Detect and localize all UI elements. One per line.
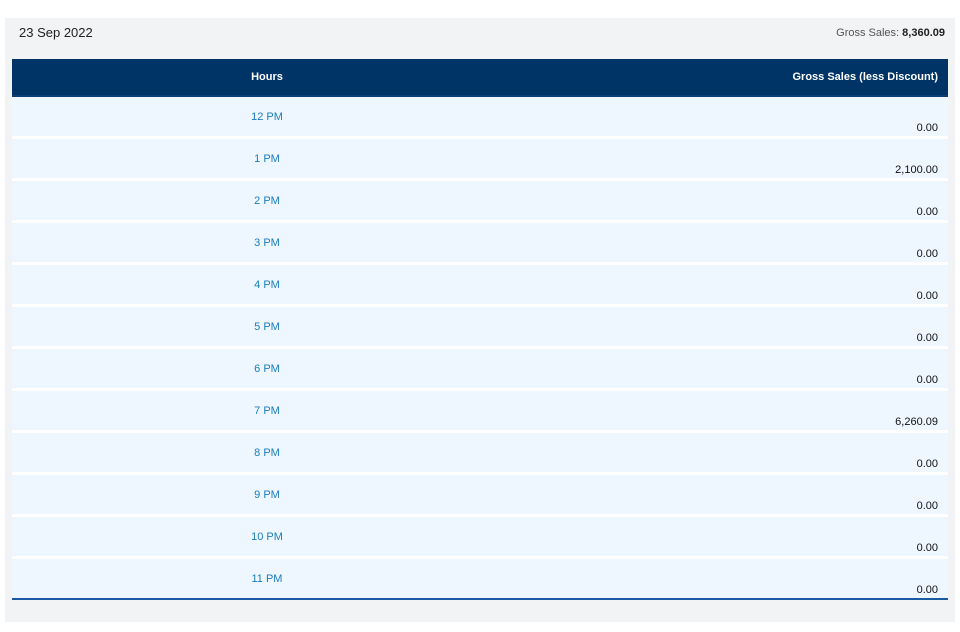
- table-row: 1 PM 2,100.00: [12, 139, 948, 181]
- sales-value: 0.00: [916, 332, 938, 344]
- hour-cell: 10 PM: [12, 517, 522, 559]
- hour-cell: 12 PM: [12, 97, 522, 139]
- sales-cell: 2,100.00: [522, 139, 948, 181]
- sales-value: 6,260.09: [895, 416, 938, 428]
- table-row: 11 PM 0.00: [12, 559, 948, 600]
- sales-cell: 0.00: [522, 97, 948, 139]
- sales-cell: 0.00: [522, 517, 948, 559]
- hour-cell: 3 PM: [12, 223, 522, 265]
- sales-cell: 0.00: [522, 559, 948, 600]
- table-header-row: Hours Gross Sales (less Discount): [12, 59, 948, 97]
- table-row: 7 PM 6,260.09: [12, 391, 948, 433]
- table-row: 4 PM 0.00: [12, 265, 948, 307]
- hour-cell: 1 PM: [12, 139, 522, 181]
- hour-cell: 5 PM: [12, 307, 522, 349]
- hour-link[interactable]: 10 PM: [251, 531, 283, 543]
- hour-link[interactable]: 12 PM: [251, 111, 283, 123]
- sales-value: 2,100.00: [895, 164, 938, 176]
- report-date: 23 Sep 2022: [19, 25, 93, 40]
- sales-cell: 0.00: [522, 433, 948, 475]
- sales-cell: 0.00: [522, 223, 948, 265]
- sales-value: 0.00: [916, 500, 938, 512]
- hour-link[interactable]: 2 PM: [254, 195, 280, 207]
- table-row: 12 PM 0.00: [12, 97, 948, 139]
- hour-cell: 11 PM: [12, 559, 522, 600]
- gross-sales-summary: Gross Sales: 8,360.09: [836, 27, 945, 39]
- column-header-gross-sales[interactable]: Gross Sales (less Discount): [522, 59, 948, 97]
- table-row: 5 PM 0.00: [12, 307, 948, 349]
- hour-cell: 2 PM: [12, 181, 522, 223]
- sales-value: 0.00: [916, 290, 938, 302]
- table-row: 10 PM 0.00: [12, 517, 948, 559]
- hour-link[interactable]: 1 PM: [254, 153, 280, 165]
- hour-link[interactable]: 3 PM: [254, 237, 280, 249]
- gross-sales-label: Gross Sales:: [836, 27, 900, 39]
- hour-cell: 6 PM: [12, 349, 522, 391]
- hour-link[interactable]: 11 PM: [252, 573, 283, 585]
- report-panel: 23 Sep 2022 Gross Sales: 8,360.09 Hours …: [5, 18, 955, 622]
- sales-value: 0.00: [916, 542, 938, 554]
- hour-link[interactable]: 6 PM: [254, 363, 280, 375]
- gross-sales-value: 8,360.09: [902, 27, 945, 39]
- hour-cell: 8 PM: [12, 433, 522, 475]
- sales-value: 0.00: [916, 122, 938, 134]
- hour-link[interactable]: 4 PM: [254, 279, 280, 291]
- sales-cell: 0.00: [522, 307, 948, 349]
- sales-cell: 6,260.09: [522, 391, 948, 433]
- sales-value: 0.00: [916, 458, 938, 470]
- sales-value: 0.00: [916, 248, 938, 260]
- table-row: 3 PM 0.00: [12, 223, 948, 265]
- table-row: 2 PM 0.00: [12, 181, 948, 223]
- hourly-sales-table: Hours Gross Sales (less Discount) 12 PM …: [12, 59, 948, 600]
- table-row: 8 PM 0.00: [12, 433, 948, 475]
- hour-link[interactable]: 9 PM: [254, 489, 280, 501]
- sales-cell: 0.00: [522, 349, 948, 391]
- hour-link[interactable]: 8 PM: [254, 447, 280, 459]
- table-row: 9 PM 0.00: [12, 475, 948, 517]
- report-topbar: 23 Sep 2022 Gross Sales: 8,360.09: [5, 18, 955, 58]
- sales-cell: 0.00: [522, 475, 948, 517]
- hour-cell: 7 PM: [12, 391, 522, 433]
- sales-value: 0.00: [916, 206, 938, 218]
- hour-cell: 9 PM: [12, 475, 522, 517]
- hour-link[interactable]: 5 PM: [254, 321, 280, 333]
- sales-value: 0.00: [916, 584, 938, 596]
- sales-cell: 0.00: [522, 265, 948, 307]
- column-header-hours[interactable]: Hours: [12, 59, 522, 97]
- hour-cell: 4 PM: [12, 265, 522, 307]
- sales-cell: 0.00: [522, 181, 948, 223]
- table-row: 6 PM 0.00: [12, 349, 948, 391]
- sales-value: 0.00: [916, 374, 938, 386]
- hour-link[interactable]: 7 PM: [254, 405, 280, 417]
